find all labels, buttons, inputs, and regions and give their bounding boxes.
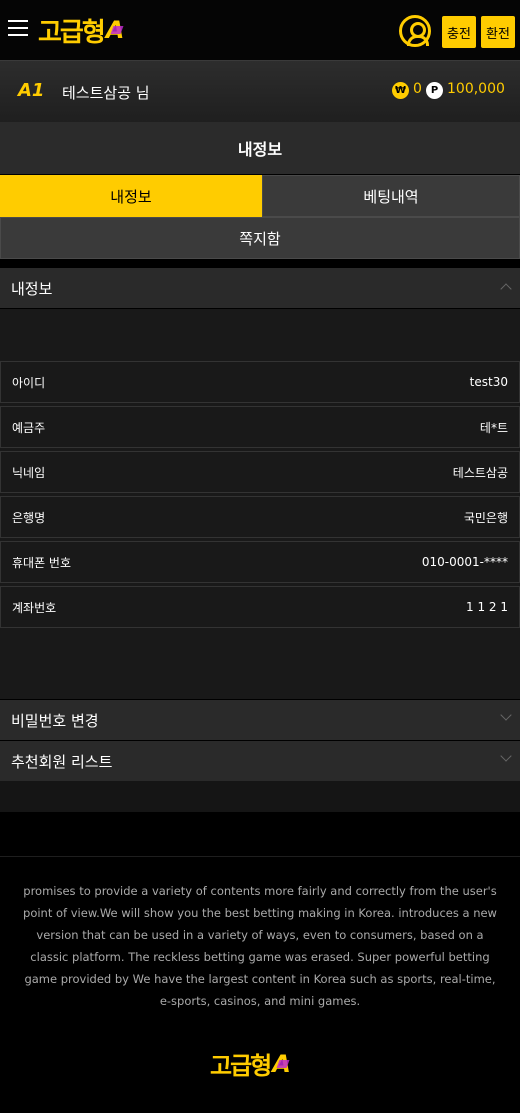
footer-divider: [0, 856, 520, 857]
footer-logo-suffix: A: [272, 1049, 291, 1078]
accordion-password-change[interactable]: 비밀번호 변경: [0, 700, 520, 740]
chevron-down-icon: [500, 709, 512, 721]
point-balance: 100,000: [447, 81, 505, 97]
point-icon: P: [426, 82, 443, 99]
info-value: 테스트삼공: [452, 465, 508, 480]
won-balance: 0: [413, 81, 422, 97]
info-row-phone: 휴대폰 번호 010-0001-****: [0, 541, 520, 583]
info-label: 계좌번호: [12, 600, 57, 615]
chevron-up-icon: [500, 283, 512, 295]
chevron-down-icon: [500, 750, 512, 762]
site-logo[interactable]: 고급형 A: [38, 12, 124, 48]
info-row-bank: 은행명 국민은행: [0, 496, 520, 538]
accordion-referral-list[interactable]: 추천회원 리스트: [0, 741, 520, 781]
info-value: 010-0001-****: [421, 555, 508, 569]
logo-text: 고급형: [38, 17, 106, 48]
accordion-my-info-header[interactable]: 내정보: [0, 268, 520, 308]
info-value: test30: [469, 375, 508, 389]
logo-suffix: A: [105, 16, 125, 44]
tab-betting-history[interactable]: 베팅내역: [262, 175, 520, 217]
info-row-id: 아이디 test30: [0, 361, 520, 403]
deposit-button[interactable]: 충전: [442, 16, 476, 48]
accordion-my-info-title: 내정보: [11, 279, 53, 298]
info-row-nickname: 닉네임 테스트삼공: [0, 451, 520, 493]
info-value: 테*트: [479, 420, 508, 435]
info-row-account-number: 계좌번호 1 1 2 1: [0, 586, 520, 628]
info-row-account-holder: 예금주 테*트: [0, 406, 520, 448]
footer-description: promises to provide a variety of content…: [23, 884, 497, 1008]
info-label: 휴대폰 번호: [12, 555, 72, 570]
accordion-password-title: 비밀번호 변경: [11, 711, 99, 730]
content-bottom-spacer: [0, 781, 520, 812]
info-label: 예금주: [12, 420, 46, 435]
tab-messages[interactable]: 쪽지함: [0, 217, 520, 259]
tab-my-info[interactable]: 내정보: [0, 175, 262, 217]
info-value: 1 1 2 1: [466, 600, 508, 614]
accordion-referral-title: 추천회원 리스트: [11, 752, 113, 771]
page-title: 내정보: [0, 122, 520, 174]
info-label: 아이디: [12, 375, 46, 390]
withdraw-button[interactable]: 환전: [481, 16, 515, 48]
level-badge-icon: A1: [18, 80, 45, 101]
info-label: 닉네임: [12, 465, 46, 480]
menu-icon[interactable]: [8, 20, 28, 36]
username: 테스트삼공 님: [62, 84, 150, 102]
user-profile-icon[interactable]: [399, 15, 431, 47]
info-value: 국민은행: [463, 510, 508, 525]
info-label: 은행명: [12, 510, 46, 525]
won-coin-icon: ₩: [392, 82, 409, 99]
footer-logo-text: 고급형: [210, 1052, 272, 1080]
footer-logo[interactable]: 고급형 A: [210, 1046, 291, 1081]
